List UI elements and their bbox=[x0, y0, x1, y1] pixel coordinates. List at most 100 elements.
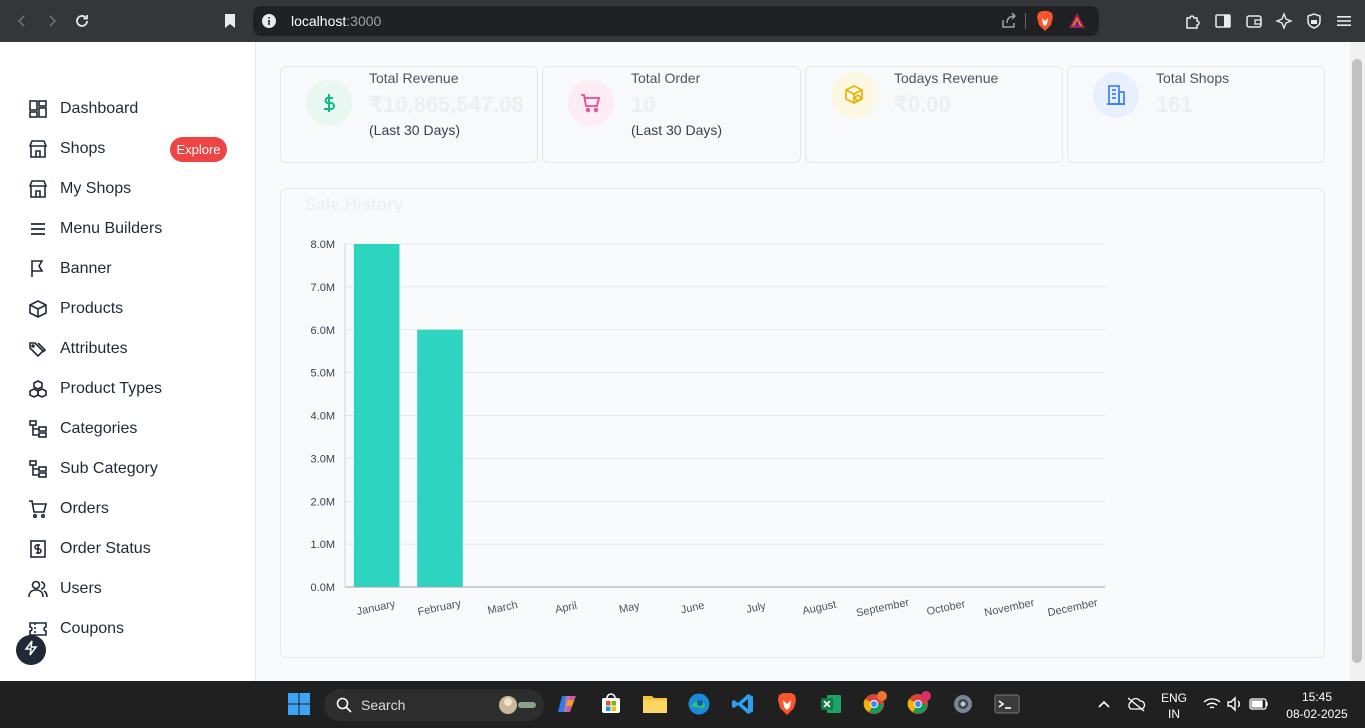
sidebar-item-attributes[interactable]: Attributes bbox=[27, 335, 237, 363]
sidebar: Dashboard Shops Explore My Shops Menu Bu… bbox=[0, 42, 256, 681]
sidebar-item-label: Menu Builders bbox=[60, 220, 163, 237]
bar-february[interactable] bbox=[417, 329, 463, 587]
forward-icon[interactable] bbox=[37, 0, 67, 42]
x-tick-label: November bbox=[983, 597, 1035, 619]
scrollbar-thumb[interactable] bbox=[1352, 59, 1362, 663]
language-indicator[interactable]: ENG IN bbox=[1158, 691, 1190, 721]
browser-menu-icon[interactable] bbox=[1333, 10, 1355, 32]
clock[interactable]: 15:45 08-02-2025 bbox=[1280, 690, 1354, 721]
sidebar-item-dashboard[interactable]: Dashboard bbox=[27, 95, 237, 123]
language-code: ENG bbox=[1160, 691, 1187, 705]
x-tick-label: December bbox=[1047, 597, 1099, 619]
address-separator bbox=[1025, 13, 1026, 29]
y-tick-label: 8.0M bbox=[311, 239, 335, 251]
vscode-icon[interactable] bbox=[728, 689, 758, 719]
x-tick-label: April bbox=[554, 600, 578, 616]
sidebar-item-menu-builders[interactable]: Menu Builders bbox=[27, 215, 237, 243]
stat-value: 10 bbox=[631, 92, 656, 117]
stat-card-total-shops: Total Shops 161 bbox=[1067, 66, 1325, 163]
sidebar-item-order-status[interactable]: Order Status bbox=[27, 535, 237, 563]
share-icon[interactable] bbox=[999, 11, 1019, 36]
users-icon bbox=[27, 578, 49, 600]
url-text[interactable]: localhost:3000 bbox=[291, 13, 381, 29]
chrome-icon[interactable] bbox=[904, 689, 934, 719]
excel-icon[interactable] bbox=[816, 689, 846, 719]
settings-icon[interactable] bbox=[948, 689, 978, 719]
sidebar-item-label: Users bbox=[60, 580, 102, 597]
bookmark-icon[interactable] bbox=[218, 9, 242, 33]
bar-january[interactable] bbox=[353, 244, 400, 587]
sidebar-item-products[interactable]: Products bbox=[27, 295, 237, 323]
vpn-icon[interactable] bbox=[1303, 10, 1325, 32]
wallet-icon[interactable] bbox=[1243, 10, 1265, 32]
back-icon[interactable] bbox=[7, 0, 37, 42]
y-tick-label: 5.0M bbox=[311, 368, 335, 380]
copilot-icon[interactable] bbox=[553, 689, 583, 719]
box-icon bbox=[27, 298, 49, 320]
x-tick-label: October bbox=[926, 598, 967, 618]
x-tick-label: July bbox=[745, 600, 767, 616]
windows-start-icon[interactable] bbox=[284, 689, 314, 719]
sidebar-item-categories[interactable]: Categories bbox=[27, 415, 237, 443]
sidebar-item-sub-category[interactable]: Sub Category bbox=[27, 455, 237, 483]
quick-action-button[interactable] bbox=[16, 635, 46, 665]
stat-value: 161 bbox=[1156, 92, 1193, 117]
address-bar[interactable]: localhost:3000 bbox=[253, 6, 1099, 36]
region-code: IN bbox=[1168, 707, 1180, 721]
stat-card-total-revenue: Total Revenue ₹10,865,547.08 (Last 30 Da… bbox=[280, 66, 538, 163]
sidebar-toggle-icon[interactable] bbox=[1212, 10, 1234, 32]
sidebar-item-orders[interactable]: Orders bbox=[27, 495, 237, 523]
battery-icon[interactable] bbox=[1244, 689, 1274, 719]
brave-rewards-icon[interactable] bbox=[1067, 11, 1087, 36]
main-content: Total Revenue ₹10,865,547.08 (Last 30 Da… bbox=[256, 42, 1350, 681]
extensions-icon[interactable] bbox=[1182, 10, 1204, 32]
lightning-icon bbox=[23, 640, 39, 661]
y-tick-label: 1.0M bbox=[311, 539, 335, 551]
y-tick-label: 3.0M bbox=[311, 453, 335, 465]
x-tick-label: February bbox=[417, 598, 463, 619]
x-tick-label: January bbox=[356, 598, 397, 618]
page: Dashboard Shops Explore My Shops Menu Bu… bbox=[0, 42, 1365, 681]
site-info-icon[interactable] bbox=[261, 13, 277, 29]
windows-taskbar: Search ENG IN 15:45 08-02-2025 bbox=[0, 681, 1365, 728]
store-icon bbox=[27, 138, 49, 160]
url-port: :3000 bbox=[346, 13, 382, 29]
sidebar-item-product-types[interactable]: Product Types bbox=[27, 375, 237, 403]
sidebar-item-banner[interactable]: Banner bbox=[27, 255, 237, 283]
taskbar-search[interactable]: Search bbox=[324, 689, 544, 721]
tree-icon bbox=[27, 418, 49, 440]
terminal-icon[interactable] bbox=[992, 689, 1022, 719]
sidebar-item-my-shops[interactable]: My Shops bbox=[27, 175, 237, 203]
stat-value: ₹0.00 bbox=[894, 92, 951, 117]
search-highlight-icon bbox=[496, 693, 540, 722]
cloud-offline-icon[interactable] bbox=[1121, 689, 1151, 719]
brave-taskbar-icon[interactable] bbox=[772, 689, 802, 719]
leo-ai-icon[interactable] bbox=[1273, 10, 1295, 32]
y-tick-label: 7.0M bbox=[311, 282, 335, 294]
stat-subtitle: (Last 30 Days) bbox=[631, 122, 723, 138]
sidebar-item-coupons[interactable]: Coupons bbox=[27, 615, 237, 643]
sale-history-chart: 0.0M 1.0M 2.0M 3.0M 4.0M 5.0M 6.0M 7.0M 8.0M Janu… bbox=[311, 239, 1105, 620]
sidebar-item-label: Products bbox=[60, 300, 124, 317]
receipt-icon bbox=[27, 538, 49, 560]
chevron-up-icon[interactable] bbox=[1089, 689, 1119, 719]
sidebar-item-users[interactable]: Users bbox=[27, 575, 237, 603]
chrome-profile-icon[interactable] bbox=[860, 689, 890, 719]
reload-icon[interactable] bbox=[67, 0, 97, 42]
sidebar-item-label: Attributes bbox=[60, 340, 128, 357]
y-tick-label: 4.0M bbox=[311, 411, 335, 423]
microsoft-store-icon[interactable] bbox=[596, 689, 626, 719]
sidebar-item-label: Sub Category bbox=[60, 460, 158, 477]
cart-icon bbox=[568, 80, 614, 126]
file-explorer-icon[interactable] bbox=[640, 689, 670, 719]
x-tick-label: May bbox=[618, 600, 641, 616]
edge-icon[interactable] bbox=[684, 689, 714, 719]
search-icon bbox=[336, 697, 352, 718]
page-scrollbar[interactable] bbox=[1350, 42, 1365, 681]
brave-shields-icon[interactable] bbox=[1035, 10, 1055, 37]
y-tick-label: 0.0M bbox=[311, 582, 335, 594]
stat-card-todays-revenue: Todays Revenue ₹0.00 bbox=[805, 66, 1063, 163]
explore-badge[interactable]: Explore bbox=[170, 137, 227, 162]
search-label: Search bbox=[361, 697, 406, 713]
store-icon bbox=[27, 178, 49, 200]
